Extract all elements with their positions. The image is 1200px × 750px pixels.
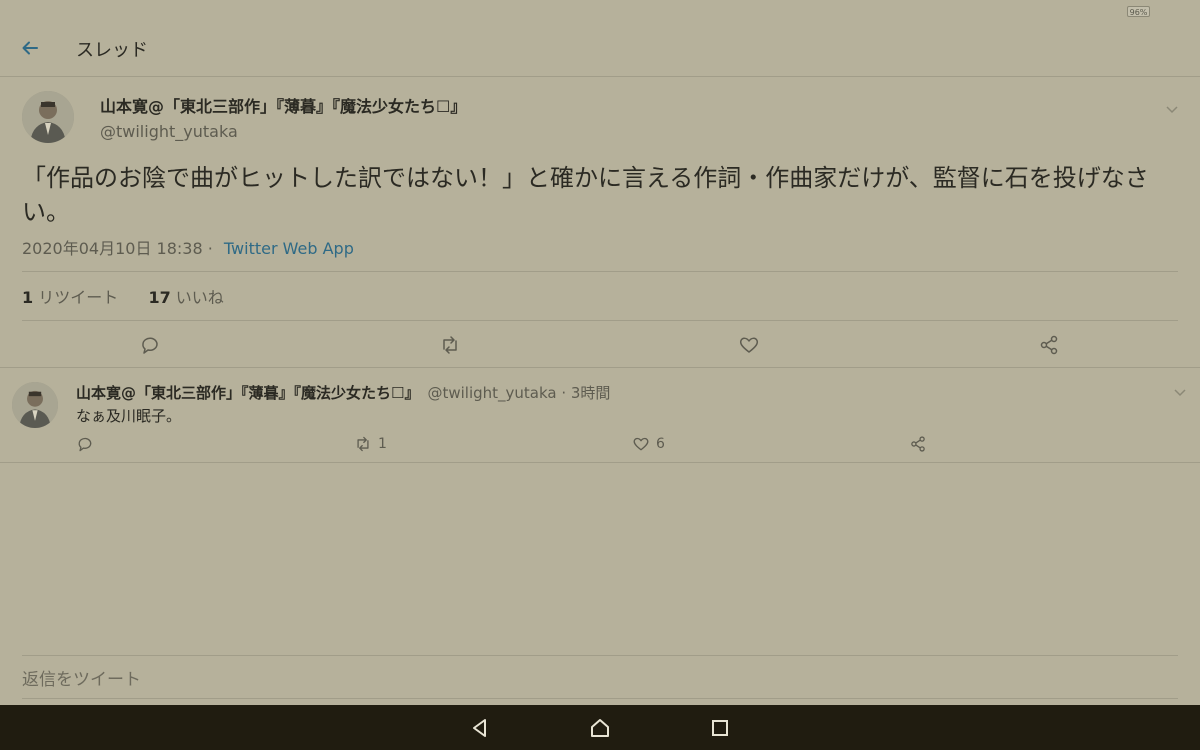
retweet-button[interactable] [439,334,461,356]
like-icon [739,337,759,353]
battery-indicator: 96% [1127,6,1150,17]
tweet-meta: 2020年04月10日 18:38 · Twitter Web App [22,235,354,259]
share-button[interactable] [1038,334,1060,356]
main-tweet: 山本寛@「東北三部作」『薄暮』『魔法少女たち☐』 @twilight_yutak… [0,77,1200,368]
like-count-label[interactable]: いいね [176,288,224,307]
chevron-down-icon [1174,389,1186,397]
chevron-down-icon [1166,106,1178,114]
nav-back-button[interactable] [468,716,492,740]
reply-compose-input[interactable]: 返信をツイート [22,655,1178,699]
nav-recents-button[interactable] [708,716,732,740]
retweet-count[interactable]: 1 [22,288,33,307]
author-handle[interactable]: @twilight_yutaka · 3時間 [427,384,610,402]
tweet-text: 「作品のお陰で曲がヒットした訳ではない！」と確かに言える作詞・作曲家だけが、監督… [22,164,1149,226]
like-icon [633,437,649,451]
tweet-text: なぁ及川眠子。 [76,407,182,425]
nav-home-button[interactable] [588,716,612,740]
author-name[interactable]: 山本寛@「東北三部作」『薄暮』『魔法少女たち☐』 [100,93,466,117]
back-button[interactable] [20,38,48,60]
like-button[interactable]: 6 [632,434,665,454]
screen: 96% スレッド 山本寛@「東北三部作」『薄暮』『魔法少女たち☐』 @twili… [0,0,1200,750]
reply-icon [78,437,92,452]
retweet-icon [443,336,457,354]
retweet-button[interactable]: 1 [354,434,387,454]
like-count: 6 [656,436,665,452]
retweet-count: 1 [378,436,387,452]
reply-button[interactable] [139,334,161,356]
like-count[interactable]: 17 [148,288,170,307]
reply-author-line[interactable]: 山本寛@「東北三部作」『薄暮』『魔法少女たち☐』 @twilight_yutaka… [76,382,610,403]
tweet-menu-button[interactable] [1165,101,1181,117]
avatar[interactable] [22,91,74,143]
divider [22,271,1178,272]
nav-recents-icon [712,720,728,736]
author-name[interactable]: 山本寛@「東北三部作」『薄暮』『魔法少女たち☐』 [76,384,419,402]
page-title: スレッド [76,40,148,61]
retweet-count-label[interactable]: リツイート [38,288,118,307]
share-icon [911,436,925,452]
author-handle[interactable]: @twilight_yutaka [100,122,238,141]
nav-back-icon [473,719,486,737]
like-button[interactable] [738,334,760,356]
tweet-menu-button[interactable] [1173,384,1189,400]
back-arrow-icon [22,41,38,55]
tweet-timestamp: 2020年04月10日 18:38 · [22,239,213,258]
android-navigation-bar [0,705,1200,750]
nav-home-icon [591,719,609,737]
reply-icon [142,337,158,354]
share-button[interactable] [909,434,927,454]
header: スレッド [0,20,1200,77]
retweet-icon [357,436,369,452]
share-icon [1040,335,1058,355]
reply-tweet[interactable]: 山本寛@「東北三部作」『薄暮』『魔法少女たち☐』 @twilight_yutaka… [0,368,1200,463]
reply-button[interactable] [76,434,94,454]
divider [22,320,1178,321]
avatar[interactable] [12,382,58,428]
engagement-counts: 1 リツイート 17 いいね [22,284,224,308]
tweet-source-link[interactable]: Twitter Web App [224,239,354,258]
